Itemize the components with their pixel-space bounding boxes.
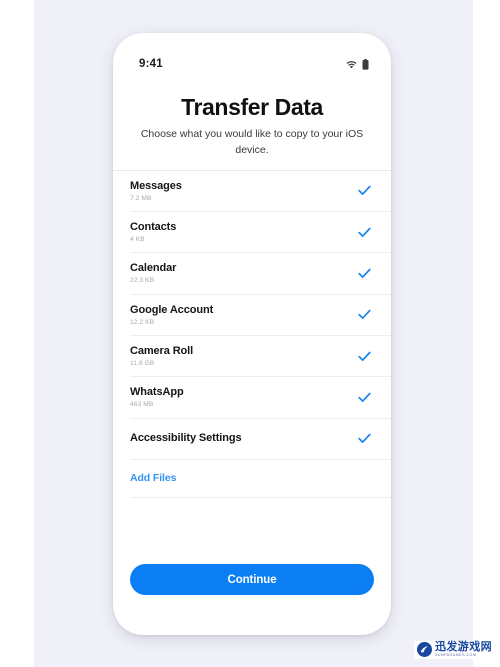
checkmark-icon[interactable] — [358, 268, 371, 279]
list-item-size: 463 MB — [130, 401, 154, 409]
watermark-text-group: 迅发游戏网 XUNFAGAMES.COM — [435, 640, 492, 658]
list-item-text-group: Messages 7.2 MB — [130, 180, 182, 202]
phone-mockup-card: 9:41 Transfer Data Choose what you would… — [113, 33, 391, 635]
checkmark-icon[interactable] — [358, 433, 371, 444]
footer-actions: Continue — [113, 556, 391, 635]
swoosh-glyph-icon — [420, 646, 429, 653]
list-item-size: 22.3 KB — [130, 277, 155, 285]
battery-icon — [362, 58, 369, 70]
list-item-text-group: WhatsApp 463 MB — [130, 386, 184, 408]
site-watermark: 迅发游戏网 XUNFAGAMES.COM — [414, 640, 495, 659]
list-item-label: WhatsApp — [130, 386, 184, 399]
list-item-label: Google Account — [130, 303, 214, 316]
watermark-title: 迅发游戏网 — [435, 640, 492, 653]
list-item-text-group: Contacts 4 KB — [130, 221, 176, 243]
wifi-icon — [346, 60, 357, 68]
list-item-label: Camera Roll — [130, 344, 194, 357]
checkmark-icon[interactable] — [358, 227, 371, 238]
status-bar-time: 9:41 — [139, 58, 163, 70]
transfer-items-list: Messages 7.2 MB Contacts 4 KB Calendar 22.3 K… — [113, 171, 391, 556]
list-item[interactable]: Messages 7.2 MB — [113, 171, 391, 211]
checkmark-icon[interactable] — [358, 351, 371, 362]
add-files-button[interactable]: Add Files — [113, 460, 391, 497]
list-item[interactable]: Contacts 4 KB — [113, 212, 391, 252]
list-item-size: 4 KB — [130, 236, 145, 244]
list-item-size: 11.8 GB — [130, 360, 155, 368]
list-item-label: Messages — [130, 179, 182, 192]
status-bar: 9:41 — [113, 33, 391, 81]
page-subtitle: Choose what you would like to copy to yo… — [140, 128, 364, 156]
list-item-label: Accessibility Settings — [130, 432, 242, 445]
list-item-text-group: Google Account 12.2 KB — [130, 304, 213, 326]
checkmark-icon[interactable] — [358, 392, 371, 403]
page-title: Transfer Data — [181, 94, 323, 120]
list-item-text-group: Camera Roll 11.8 GB — [130, 345, 193, 367]
screen-header: Transfer Data Choose what you would like… — [113, 81, 391, 170]
watermark-logo-icon — [417, 642, 432, 658]
list-item[interactable]: Google Account 12.2 KB — [113, 295, 391, 335]
list-item[interactable]: Calendar 22.3 KB — [113, 253, 391, 293]
continue-button[interactable]: Continue — [130, 564, 374, 595]
checkmark-icon[interactable] — [358, 309, 371, 320]
checkmark-icon[interactable] — [358, 185, 371, 196]
list-separator — [130, 496, 391, 498]
list-item-text-group: Calendar 22.3 KB — [130, 262, 176, 284]
list-item-size: 12.2 KB — [130, 318, 155, 326]
status-bar-icons — [346, 58, 369, 70]
list-item-label: Contacts — [130, 220, 177, 233]
list-item[interactable]: Accessibility Settings — [113, 419, 391, 459]
list-item-text-group: Accessibility Settings — [130, 432, 242, 445]
list-item[interactable]: Camera Roll 11.8 GB — [113, 336, 391, 376]
watermark-subtitle: XUNFAGAMES.COM — [435, 653, 477, 658]
add-files-label: Add Files — [130, 472, 177, 485]
list-item-label: Calendar — [130, 262, 177, 275]
list-item-size: 7.2 MB — [130, 194, 152, 202]
list-item[interactable]: WhatsApp 463 MB — [113, 377, 391, 417]
